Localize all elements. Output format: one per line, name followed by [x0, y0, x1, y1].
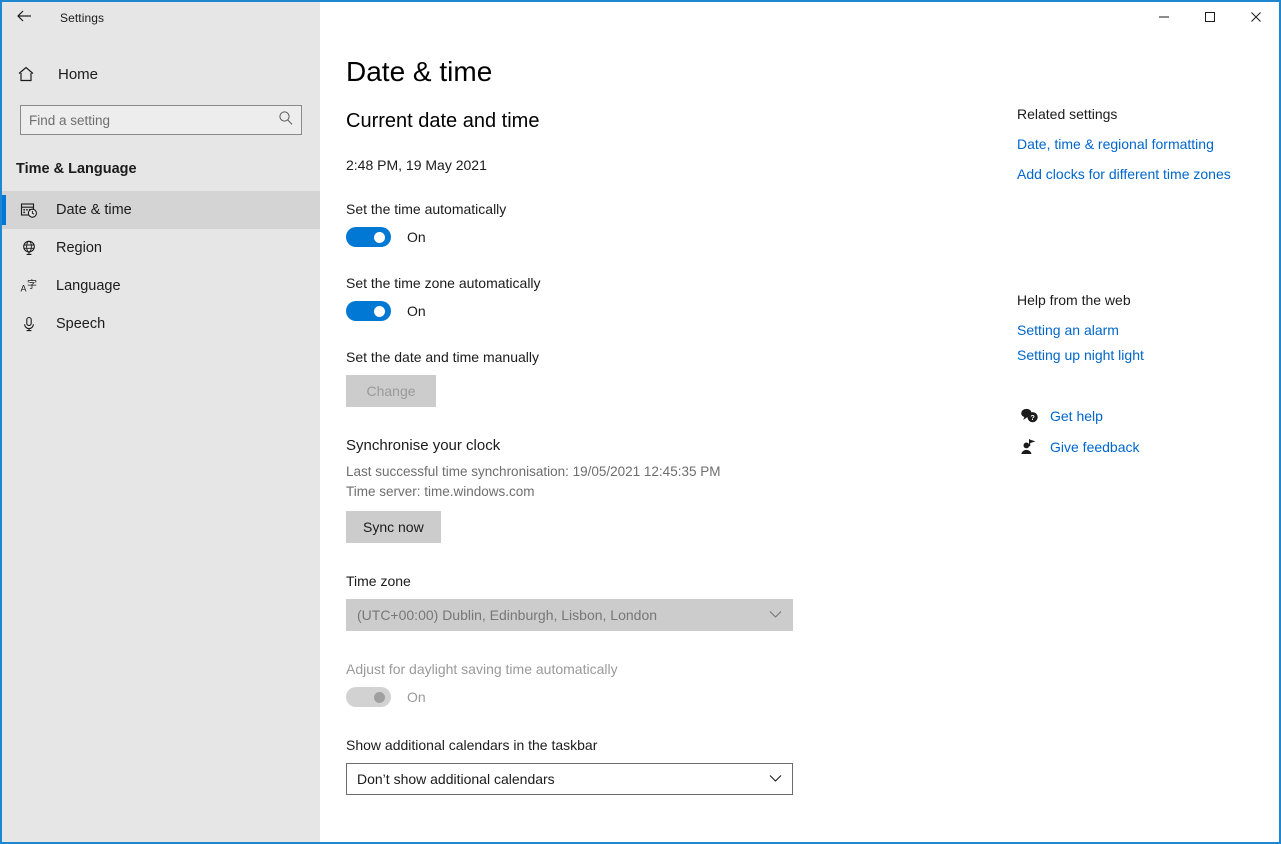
back-button[interactable] [2, 3, 46, 33]
calendars-label: Show additional calendars in the taskbar [346, 737, 598, 754]
feedback-person-icon [1017, 438, 1041, 455]
dst-label: Adjust for daylight saving time automati… [346, 661, 618, 678]
settings-column: Current date and time 2:48 PM, 19 May 20… [346, 110, 986, 796]
time-zone-value: (UTC+00:00) Dublin, Edinburgh, Lisbon, L… [357, 607, 658, 624]
window-title: Settings [60, 11, 105, 25]
search-box[interactable] [20, 105, 302, 135]
set-manually-label: Set the date and time manually [346, 349, 540, 365]
sidebar-item-region[interactable]: Region [2, 229, 320, 267]
related-link-formatting[interactable]: Date, time & regional formatting [1017, 136, 1279, 152]
dst-toggle[interactable] [346, 687, 391, 708]
sidebar-item-label: Speech [56, 316, 106, 332]
time-zone-dropdown[interactable]: (UTC+00:00) Dublin, Edinburgh, Lisbon, L… [346, 599, 793, 632]
get-help-label: Get help [1050, 407, 1103, 424]
microphone-icon [16, 315, 42, 333]
sidebar-nav: Date & time Region A 字 Language Speech [2, 191, 320, 343]
set-time-auto-state: On [407, 229, 426, 245]
search-input[interactable] [21, 106, 271, 134]
main-content: Date & time Current date and time 2:48 P… [320, 34, 1279, 842]
svg-text:字: 字 [27, 278, 37, 291]
home-icon [16, 64, 46, 84]
sidebar-item-speech[interactable]: Speech [2, 305, 320, 343]
calendar-clock-icon [16, 201, 42, 219]
title-bar: Settings [2, 2, 1279, 34]
set-timezone-auto-row: On [346, 301, 986, 321]
minimize-icon [1159, 16, 1169, 18]
sidebar-item-date-time[interactable]: Date & time [2, 191, 320, 229]
sync-heading: Synchronise your clock [346, 437, 501, 454]
window-controls [320, 2, 1279, 34]
sidebar-category-title: Time & Language [16, 161, 137, 177]
globe-icon [16, 239, 42, 257]
set-time-auto-label: Set the time automatically [346, 201, 507, 217]
related-settings-panel: Related settings Date, time & regional f… [1017, 106, 1279, 455]
back-arrow-icon [15, 8, 33, 29]
set-timezone-auto-state: On [407, 303, 426, 319]
page-title: Date & time [346, 56, 493, 87]
set-time-auto-row: On [346, 227, 986, 247]
dst-state: On [407, 689, 426, 706]
set-timezone-auto-toggle[interactable] [346, 301, 391, 321]
give-feedback-label: Give feedback [1050, 438, 1140, 455]
settings-window: Settings Home Find a setting Time & Lang… [0, 0, 1281, 844]
dst-row: On [346, 687, 986, 708]
help-bubble-icon: ? [1017, 407, 1041, 424]
sync-now-button[interactable]: Sync now [346, 511, 441, 544]
last-sync-text: Last successful time synchronisation: 19… [346, 464, 721, 479]
maximize-icon [1205, 12, 1215, 22]
current-date-time-heading: Current date and time [346, 110, 540, 132]
related-link-add-clocks[interactable]: Add clocks for different time zones [1017, 166, 1279, 182]
sidebar-item-language[interactable]: A 字 Language [2, 267, 320, 305]
title-bar-left: Settings [2, 2, 320, 34]
time-server-text: Time server: time.windows.com [346, 483, 535, 499]
time-zone-label: Time zone [346, 573, 411, 590]
close-button[interactable] [1233, 2, 1279, 32]
search-icon [278, 110, 294, 131]
support-block: ? Get help Give feedback [1017, 407, 1279, 455]
get-help-link[interactable]: ? Get help [1017, 407, 1279, 424]
sidebar-item-home[interactable]: Home [2, 54, 320, 94]
change-button[interactable]: Change [346, 375, 436, 407]
help-from-web-heading: Help from the web [1017, 292, 1131, 308]
help-link-setting-alarm[interactable]: Setting an alarm [1017, 322, 1279, 338]
language-icon: A 字 [16, 277, 42, 295]
current-date-time-value: 2:48 PM, 19 May 2021 [346, 157, 487, 173]
calendars-dropdown[interactable]: Don’t show additional calendars [346, 763, 793, 796]
search-button[interactable] [271, 106, 301, 134]
chevron-down-icon [769, 770, 782, 788]
sidebar-item-label: Date & time [56, 202, 132, 218]
calendars-value: Don’t show additional calendars [357, 771, 555, 788]
set-timezone-auto-label: Set the time zone automatically [346, 275, 541, 291]
sidebar: Home Time & Language [2, 34, 320, 842]
sidebar-item-label: Language [56, 278, 121, 294]
svg-text:?: ? [1030, 413, 1035, 422]
minimize-button[interactable] [1141, 2, 1187, 32]
svg-text:A: A [21, 284, 27, 294]
maximize-button[interactable] [1187, 2, 1233, 32]
help-link-night-light[interactable]: Setting up night light [1017, 347, 1279, 363]
set-time-auto-toggle[interactable] [346, 227, 391, 247]
related-settings-heading: Related settings [1017, 106, 1118, 122]
give-feedback-link[interactable]: Give feedback [1017, 438, 1279, 455]
chevron-down-icon [769, 606, 782, 624]
close-icon [1251, 12, 1261, 22]
home-label: Home [58, 65, 99, 83]
sidebar-item-label: Region [56, 240, 102, 256]
